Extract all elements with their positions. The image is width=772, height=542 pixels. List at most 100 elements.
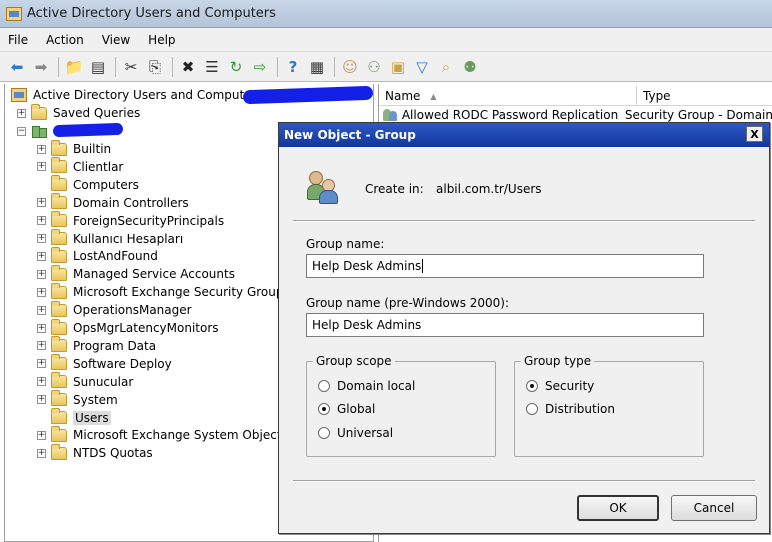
- dialog-close-button[interactable]: X: [746, 126, 763, 142]
- radio-button[interactable]: [318, 427, 330, 439]
- menu-help[interactable]: Help: [148, 33, 175, 47]
- group-type-legend: Group type: [521, 354, 595, 368]
- group-name-value: Help Desk Admins: [312, 259, 422, 273]
- export-list-icon[interactable]: ⇨: [249, 56, 271, 78]
- radio-security[interactable]: Security: [526, 379, 594, 393]
- tree-item[interactable]: + Kullanıcı Hesapları: [37, 229, 183, 248]
- properties-icon[interactable]: ☰: [201, 56, 223, 78]
- tree-item-label: Software Deploy: [73, 356, 172, 371]
- folder-icon: [51, 264, 67, 281]
- radio-button-selected[interactable]: [318, 403, 330, 415]
- new-ou-icon[interactable]: ▣: [387, 56, 409, 78]
- new-user-icon[interactable]: ☺: [339, 56, 361, 78]
- group-scope-box: Group scope Domain local Global Universa…: [306, 354, 496, 457]
- divider: [293, 480, 755, 482]
- expand-toggle[interactable]: +: [37, 395, 46, 405]
- radio-label: Distribution: [545, 402, 616, 416]
- expand-toggle[interactable]: +: [37, 198, 46, 208]
- group-name-pre2000-input[interactable]: Help Desk Admins: [306, 313, 704, 337]
- folder-icon: [51, 390, 67, 407]
- tree-item[interactable]: + Program Data: [37, 336, 156, 355]
- expand-toggle[interactable]: +: [37, 234, 46, 243]
- forward-arrow-icon[interactable]: ➡: [30, 56, 52, 78]
- menu-bar: File Action View Help: [0, 28, 772, 52]
- copy-icon[interactable]: ⎘: [144, 56, 166, 78]
- expand-toggle[interactable]: +: [37, 377, 46, 387]
- view-icon[interactable]: ▦: [306, 56, 328, 78]
- folder-icon: [51, 425, 67, 442]
- radio-button-selected[interactable]: [526, 380, 538, 392]
- tree-item-saved-queries[interactable]: + Saved Queries: [17, 103, 140, 122]
- find-icon[interactable]: ⌕: [435, 56, 457, 78]
- dialog-title: New Object - Group: [284, 128, 416, 142]
- folder-icon: [51, 318, 67, 335]
- tree-item[interactable]: + ForeignSecurityPrincipals: [37, 211, 224, 230]
- menu-file[interactable]: File: [8, 33, 28, 47]
- tree-item[interactable]: + Microsoft Exchange Security Groups: [37, 282, 290, 301]
- tree-root[interactable]: Active Directory Users and Computers [: [11, 86, 271, 104]
- refresh-icon[interactable]: ↻: [225, 56, 247, 78]
- show-hide-console-tree-icon[interactable]: ▤: [87, 56, 109, 78]
- expand-toggle[interactable]: +: [17, 108, 26, 118]
- expand-toggle[interactable]: +: [37, 305, 46, 315]
- text-caret: [422, 259, 424, 273]
- ok-button[interactable]: OK: [577, 495, 659, 521]
- delete-icon[interactable]: ✖: [177, 56, 199, 78]
- tree-item[interactable]: + Microsoft Exchange System Objects: [37, 425, 288, 444]
- expand-toggle[interactable]: +: [37, 430, 46, 440]
- expand-toggle[interactable]: +: [37, 359, 46, 369]
- expand-toggle[interactable]: +: [37, 162, 46, 172]
- column-header-name-label: Name: [385, 89, 421, 103]
- collapse-toggle[interactable]: −: [17, 126, 26, 136]
- tree-item[interactable]: + Clientlar: [37, 157, 123, 176]
- tree-item[interactable]: + Domain Controllers: [37, 193, 189, 212]
- tree-item[interactable]: + System: [37, 390, 118, 409]
- back-arrow-icon[interactable]: ⬅: [6, 56, 28, 78]
- filter-icon[interactable]: ▽: [411, 56, 433, 78]
- tree-item[interactable]: + OperationsManager: [37, 300, 192, 319]
- group-users-icon: [307, 171, 341, 205]
- tree-item-label: Computers: [73, 177, 139, 192]
- expand-toggle[interactable]: +: [37, 341, 46, 351]
- tree-item[interactable]: + Managed Service Accounts: [37, 264, 235, 283]
- radio-universal[interactable]: Universal: [318, 426, 393, 440]
- tree-item[interactable]: + OpsMgrLatencyMonitors: [37, 318, 219, 337]
- expand-toggle[interactable]: +: [37, 287, 46, 297]
- group-name-input[interactable]: Help Desk Admins: [306, 254, 704, 278]
- expand-toggle[interactable]: +: [37, 323, 46, 333]
- menu-view[interactable]: View: [102, 33, 130, 47]
- folder-icon: [51, 229, 67, 245]
- tree-item[interactable]: + Sunucular: [37, 372, 133, 391]
- help-icon[interactable]: ?: [282, 56, 304, 78]
- tree-item[interactable]: + NTDS Quotas: [37, 443, 153, 462]
- tree-item[interactable]: Computers: [37, 175, 139, 194]
- radio-button[interactable]: [318, 380, 330, 392]
- radio-distribution[interactable]: Distribution: [526, 402, 615, 416]
- group-name-label: Group name:: [306, 237, 385, 251]
- expand-toggle[interactable]: +: [37, 251, 46, 261]
- expand-toggle[interactable]: +: [37, 216, 46, 226]
- new-group-icon[interactable]: ⚇: [363, 56, 385, 78]
- expand-toggle[interactable]: +: [37, 144, 46, 154]
- up-folder-icon[interactable]: 📁: [63, 56, 85, 78]
- cut-icon[interactable]: ✂: [120, 56, 142, 78]
- expand-toggle[interactable]: +: [37, 448, 46, 458]
- column-header-type[interactable]: Type: [637, 86, 772, 106]
- expand-toggle[interactable]: +: [37, 269, 46, 279]
- tree-item-domain[interactable]: −: [17, 122, 53, 140]
- window-title: Active Directory Users and Computers: [27, 6, 276, 21]
- list-header: Name ▲ Type: [379, 86, 772, 106]
- radio-domain-local[interactable]: Domain local: [318, 379, 415, 393]
- tree-item[interactable]: + Software Deploy: [37, 354, 172, 373]
- radio-global[interactable]: Global: [318, 402, 375, 416]
- menu-action[interactable]: Action: [46, 33, 84, 47]
- column-header-name[interactable]: Name ▲: [379, 86, 637, 106]
- tree-item-label: LostAndFound: [73, 249, 158, 264]
- tree-item[interactable]: + Builtin: [37, 139, 111, 158]
- tree-root-label: Active Directory Users and Computers [: [33, 88, 272, 102]
- tree-item[interactable]: Users: [37, 408, 111, 427]
- cancel-button[interactable]: Cancel: [671, 495, 757, 521]
- add-to-group-icon[interactable]: ⚉: [459, 56, 481, 78]
- radio-button[interactable]: [526, 403, 538, 415]
- tree-item[interactable]: + LostAndFound: [37, 246, 158, 265]
